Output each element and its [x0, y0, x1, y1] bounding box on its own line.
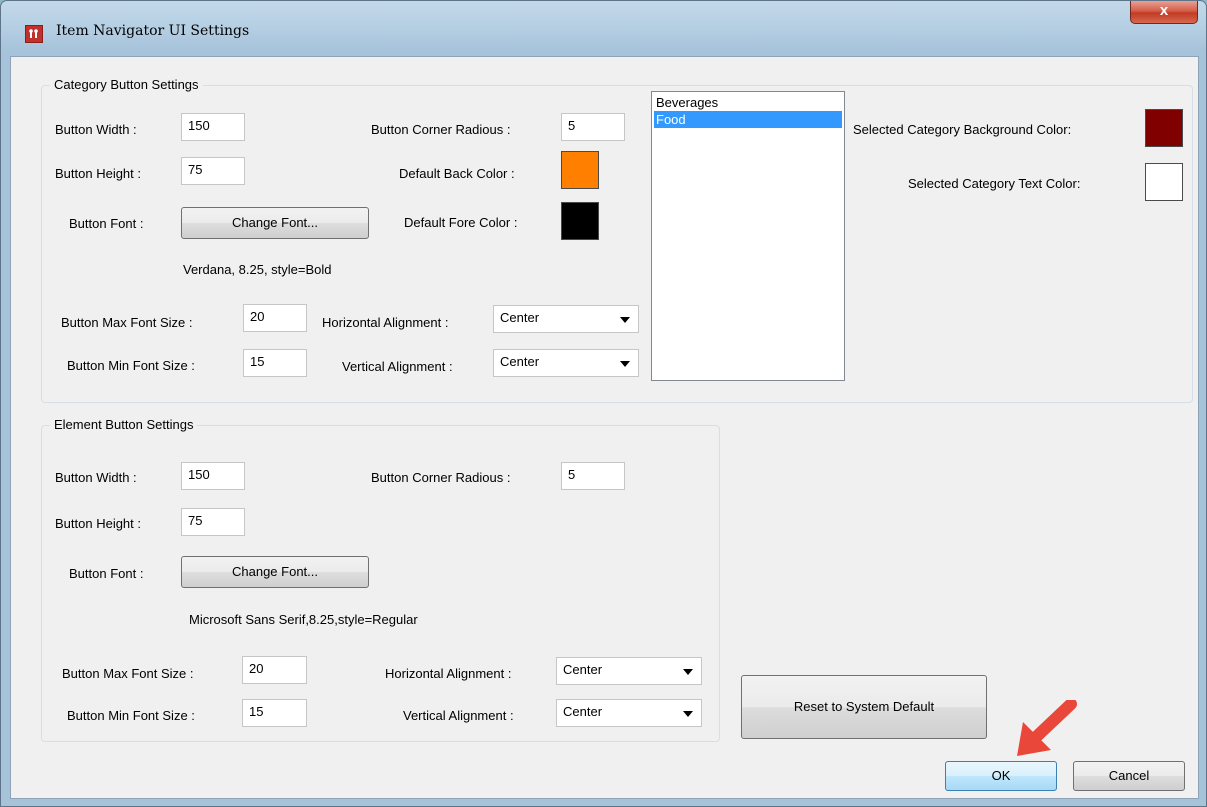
category-min-font-input[interactable]: 15 — [243, 349, 307, 377]
element-change-font-button[interactable]: Change Font... — [181, 556, 369, 588]
element-height-label: Button Height : — [55, 516, 141, 531]
close-icon: x — [1159, 2, 1169, 19]
category-font-label: Button Font : — [69, 216, 144, 231]
category-fore-color-swatch[interactable] — [561, 202, 599, 240]
category-back-color-label: Default Back Color : — [399, 166, 515, 181]
window-title: Item Navigator UI Settings — [56, 23, 250, 39]
chevron-down-icon — [683, 669, 693, 675]
category-group-title: Category Button Settings — [50, 76, 203, 94]
element-min-font-input[interactable]: 15 — [242, 699, 307, 727]
element-h-align-label: Horizontal Alignment : — [385, 666, 512, 681]
element-max-font-input[interactable]: 20 — [242, 656, 307, 684]
selected-text-color-swatch[interactable] — [1145, 163, 1183, 201]
category-corner-label: Button Corner Radious : — [371, 122, 511, 137]
element-height-input[interactable]: 75 — [181, 508, 245, 536]
category-fore-color-label: Default Fore Color : — [404, 215, 518, 230]
element-h-align-value: Center — [563, 662, 603, 677]
category-h-align-label: Horizontal Alignment : — [322, 315, 449, 330]
selected-bg-color-label: Selected Category Background Color: — [853, 122, 1072, 137]
pointer-arrow-icon — [1017, 700, 1077, 756]
close-button[interactable]: x — [1130, 1, 1198, 24]
dialog-client-area: Category Button Settings Button Width : … — [10, 56, 1199, 799]
category-width-input[interactable]: 150 — [181, 113, 245, 141]
chevron-down-icon — [620, 361, 630, 367]
chevron-down-icon — [683, 711, 693, 717]
category-width-label: Button Width : — [55, 122, 137, 137]
category-height-input[interactable]: 75 — [181, 157, 245, 185]
app-icon — [25, 25, 43, 43]
reset-to-default-button[interactable]: Reset to System Default — [741, 675, 987, 739]
category-v-align-select[interactable]: Center — [493, 349, 639, 377]
cancel-button[interactable]: Cancel — [1073, 761, 1185, 791]
category-listbox[interactable]: Beverages Food — [651, 91, 845, 381]
element-width-label: Button Width : — [55, 470, 137, 485]
category-corner-input[interactable]: 5 — [561, 113, 625, 141]
element-corner-label: Button Corner Radious : — [371, 470, 511, 485]
category-v-align-label: Vertical Alignment : — [342, 359, 453, 374]
element-width-input[interactable]: 150 — [181, 462, 245, 490]
category-min-font-label: Button Min Font Size : — [67, 358, 195, 373]
category-change-font-button[interactable]: Change Font... — [181, 207, 369, 239]
category-max-font-input[interactable]: 20 — [243, 304, 307, 332]
category-h-align-value: Center — [500, 310, 540, 325]
title-bar[interactable]: Item Navigator UI Settings x — [1, 1, 1206, 51]
category-back-color-swatch[interactable] — [561, 151, 599, 189]
selected-bg-color-swatch[interactable] — [1145, 109, 1183, 147]
category-h-align-select[interactable]: Center — [493, 305, 639, 333]
ok-button[interactable]: OK — [945, 761, 1057, 791]
element-max-font-label: Button Max Font Size : — [62, 666, 194, 681]
element-v-align-value: Center — [563, 704, 603, 719]
element-group-title: Element Button Settings — [50, 416, 198, 434]
category-height-label: Button Height : — [55, 166, 141, 181]
category-font-description: Verdana, 8.25, style=Bold — [183, 262, 332, 277]
chevron-down-icon — [620, 317, 630, 323]
list-item[interactable]: Beverages — [654, 94, 842, 111]
element-font-description: Microsoft Sans Serif,8.25,style=Regular — [189, 612, 418, 627]
category-v-align-value: Center — [500, 354, 540, 369]
element-v-align-label: Vertical Alignment : — [403, 708, 514, 723]
selected-text-color-label: Selected Category Text Color: — [908, 176, 1081, 191]
element-v-align-select[interactable]: Center — [556, 699, 702, 727]
element-font-label: Button Font : — [69, 566, 144, 581]
element-corner-input[interactable]: 5 — [561, 462, 625, 490]
element-h-align-select[interactable]: Center — [556, 657, 702, 685]
settings-window: Item Navigator UI Settings x Category Bu… — [0, 0, 1207, 807]
category-max-font-label: Button Max Font Size : — [61, 315, 193, 330]
list-item-selected[interactable]: Food — [654, 111, 842, 128]
element-min-font-label: Button Min Font Size : — [67, 708, 195, 723]
